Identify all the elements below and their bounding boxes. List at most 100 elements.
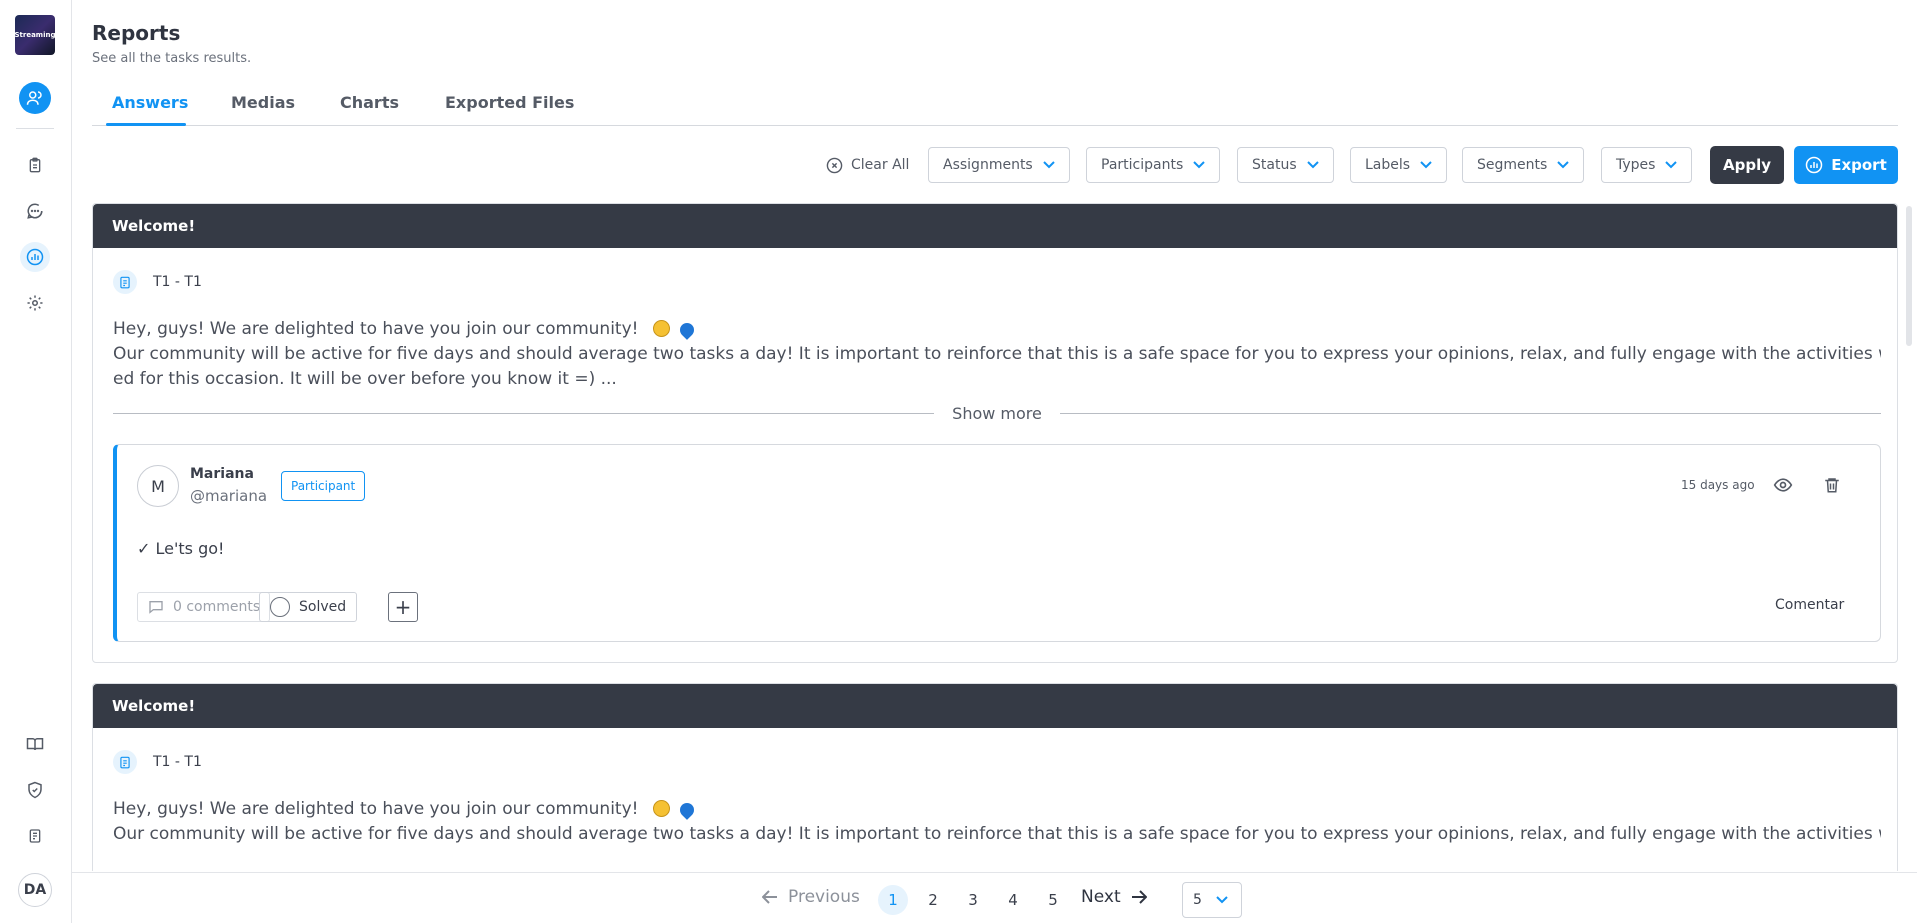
divider-line bbox=[1059, 412, 1882, 414]
eye-icon[interactable] bbox=[1773, 475, 1793, 499]
filter-label: Status bbox=[1252, 157, 1297, 173]
gear-icon[interactable] bbox=[20, 288, 50, 318]
task-card: Welcome! T1 - T1 Hey, guys! We are delig… bbox=[92, 683, 1898, 871]
task-description: Hey, guys! We are delighted to have you … bbox=[113, 317, 1881, 392]
page-title: Reports bbox=[92, 21, 181, 45]
description-line: Our community will be active for five da… bbox=[113, 824, 1881, 844]
card-title: Welcome! bbox=[93, 684, 1897, 728]
filter-status[interactable]: Status bbox=[1237, 147, 1334, 183]
clear-all-button[interactable]: Clear All bbox=[826, 154, 909, 176]
filter-types[interactable]: Types bbox=[1601, 147, 1693, 183]
tab-charts[interactable]: Charts bbox=[340, 93, 399, 112]
sidebar: Streaming DA bbox=[0, 0, 72, 923]
timestamp: 15 days ago bbox=[1681, 478, 1755, 492]
apply-button[interactable]: Apply bbox=[1710, 146, 1784, 184]
show-more-label: Show more bbox=[952, 403, 1042, 423]
clear-all-label: Clear All bbox=[851, 157, 910, 173]
comment-icon bbox=[149, 601, 163, 614]
card-title: Welcome! bbox=[93, 204, 1897, 248]
filter-labels[interactable]: Labels bbox=[1350, 147, 1448, 183]
book-icon[interactable] bbox=[20, 729, 50, 759]
users-icon[interactable] bbox=[19, 82, 51, 114]
description-line: Our community will be active for five da… bbox=[113, 344, 1881, 364]
export-button[interactable]: Export bbox=[1794, 146, 1898, 184]
role-badge: Participant bbox=[281, 471, 366, 501]
add-button[interactable]: + bbox=[388, 592, 418, 622]
chevron-down-icon bbox=[1306, 161, 1319, 169]
page-size-value: 5 bbox=[1193, 892, 1202, 908]
chevron-down-icon bbox=[1216, 896, 1228, 904]
answer-text: ✓ Le'ts go! bbox=[137, 539, 225, 558]
solved-label: Solved bbox=[299, 599, 347, 615]
task-row: T1 - T1 bbox=[113, 750, 202, 774]
filter-label: Assignments bbox=[943, 157, 1033, 173]
chevron-down-icon bbox=[1043, 161, 1055, 169]
divider-line bbox=[113, 412, 935, 414]
next-button[interactable]: Next bbox=[1081, 887, 1147, 907]
app-logo-text: Streaming bbox=[15, 31, 55, 39]
tab-answers[interactable]: Answers bbox=[112, 93, 188, 112]
page-size-select[interactable]: 5 bbox=[1182, 882, 1242, 918]
scrollbar[interactable] bbox=[1906, 206, 1912, 346]
page-4[interactable]: 4 bbox=[998, 885, 1028, 915]
sidebar-divider bbox=[16, 128, 54, 129]
filter-label: Types bbox=[1616, 157, 1656, 173]
circle-icon bbox=[270, 597, 290, 617]
description-line: ed for this occasion. It will be over be… bbox=[113, 369, 617, 389]
chart-icon bbox=[1805, 156, 1823, 174]
active-tab-indicator bbox=[106, 123, 186, 126]
chat-icon[interactable] bbox=[20, 196, 50, 226]
page-2[interactable]: 2 bbox=[918, 885, 948, 915]
page-subtitle: See all the tasks results. bbox=[92, 51, 252, 66]
previous-label: Previous bbox=[788, 887, 860, 907]
arrow-right-icon bbox=[1131, 890, 1147, 904]
solved-toggle[interactable]: Solved bbox=[259, 592, 358, 622]
user-name: Mariana bbox=[190, 466, 254, 482]
tabs-bar: Answers Medias Charts Exported Files bbox=[92, 90, 1898, 126]
page-3[interactable]: 3 bbox=[958, 885, 988, 915]
reports-icon[interactable] bbox=[20, 242, 50, 272]
show-more-toggle[interactable]: Show more bbox=[113, 403, 1882, 423]
export-label: Export bbox=[1831, 156, 1887, 174]
answer-item: M Mariana @mariana Participant 15 days a… bbox=[113, 444, 1881, 642]
tab-medias[interactable]: Medias bbox=[231, 93, 295, 112]
filter-assignments[interactable]: Assignments bbox=[928, 147, 1070, 183]
document-icon[interactable] bbox=[20, 821, 50, 851]
page-1[interactable]: 1 bbox=[878, 885, 908, 915]
task-row: T1 - T1 bbox=[113, 270, 202, 294]
task-card: Welcome! T1 - T1 Hey, guys! We are delig… bbox=[92, 203, 1898, 663]
comment-link[interactable]: Comentar bbox=[1775, 597, 1844, 613]
chevron-down-icon bbox=[1557, 161, 1570, 169]
filter-label: Segments bbox=[1477, 157, 1548, 173]
comments-button[interactable]: 0 comments bbox=[137, 592, 271, 622]
trash-icon[interactable] bbox=[1823, 475, 1841, 499]
previous-button[interactable]: Previous bbox=[762, 887, 860, 907]
arrow-left-icon bbox=[762, 890, 777, 904]
chevron-down-icon bbox=[1665, 161, 1678, 169]
description-line: Hey, guys! We are delighted to have you … bbox=[113, 319, 639, 339]
blue-heart-icon bbox=[676, 320, 697, 340]
shield-icon[interactable] bbox=[20, 775, 50, 805]
filter-segments[interactable]: Segments bbox=[1462, 147, 1585, 183]
answers-list: Welcome! T1 - T1 Hey, guys! We are delig… bbox=[92, 203, 1898, 871]
description-line: Hey, guys! We are delighted to have you … bbox=[113, 799, 639, 819]
task-label: T1 - T1 bbox=[153, 274, 202, 290]
blue-heart-icon bbox=[676, 800, 697, 820]
avatar: M bbox=[137, 465, 179, 507]
page-5[interactable]: 5 bbox=[1038, 885, 1068, 915]
chevron-down-icon bbox=[1420, 161, 1432, 169]
app-logo[interactable]: Streaming bbox=[15, 15, 55, 55]
smile-emoji-icon bbox=[653, 320, 671, 337]
clipboard-icon[interactable] bbox=[20, 150, 50, 180]
task-label: T1 - T1 bbox=[153, 754, 202, 770]
pagination: Previous 1 2 3 4 5 Next 5 bbox=[72, 872, 1917, 923]
task-description: Hey, guys! We are delighted to have you … bbox=[113, 797, 1881, 847]
filter-label: Labels bbox=[1365, 157, 1411, 173]
smile-emoji-icon bbox=[653, 800, 671, 817]
chevron-down-icon bbox=[1193, 161, 1205, 169]
task-icon bbox=[113, 270, 137, 294]
tab-exported-files[interactable]: Exported Files bbox=[445, 93, 574, 112]
user-avatar[interactable]: DA bbox=[18, 873, 52, 907]
task-icon bbox=[113, 750, 137, 774]
filter-participants[interactable]: Participants bbox=[1086, 147, 1221, 183]
